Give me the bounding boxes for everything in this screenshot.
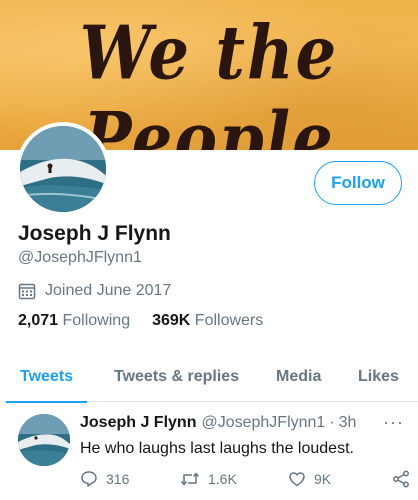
like-button[interactable]: 9K — [288, 470, 331, 488]
retweet-button[interactable]: 1.6K — [180, 470, 237, 488]
following-label: Following — [62, 312, 131, 329]
reply-button[interactable]: 316 — [80, 470, 129, 488]
share-icon — [393, 470, 409, 488]
tweet-time[interactable]: 3h — [339, 414, 357, 432]
tweet-avatar[interactable] — [18, 414, 70, 466]
follow-button[interactable]: Follow — [314, 161, 402, 205]
tab-tweets[interactable]: Tweets — [5, 352, 88, 403]
reply-count: 316 — [106, 471, 130, 487]
profile-name: Joseph J Flynn — [18, 222, 171, 245]
joined-date: Joined June 2017 — [18, 282, 171, 300]
avatar-surf-image — [20, 126, 106, 212]
tweet-header: Joseph J Flynn @JosephJFlynn1 · 3h — [80, 414, 356, 432]
more-icon[interactable]: ··· — [383, 412, 404, 433]
reply-icon — [81, 471, 97, 487]
followers-stat[interactable]: 369K Followers — [152, 312, 263, 330]
tweet-text: He who laughs last laughs the loudest. — [80, 440, 354, 457]
like-count: 9K — [314, 471, 332, 487]
tab-tweets-and-replies[interactable]: Tweets & replies — [114, 352, 239, 402]
joined-text: Joined June 2017 — [45, 282, 172, 299]
tweet-actions: 316 1.6K 9K — [80, 470, 410, 492]
profile-tabs: Tweets Tweets & replies Media Likes — [0, 352, 418, 403]
tweet-avatar-image — [18, 414, 70, 466]
profile-handle: @JosephJFlynn1 — [18, 249, 142, 266]
tab-media[interactable]: Media — [276, 352, 321, 402]
retweet-count: 1.6K — [208, 471, 237, 487]
retweet-icon — [180, 472, 200, 486]
like-icon — [289, 472, 305, 487]
following-stat[interactable]: 2,071 Following — [18, 312, 130, 330]
calendar-icon — [18, 283, 36, 300]
profile-avatar[interactable] — [16, 122, 110, 216]
following-count: 2,071 — [18, 312, 59, 329]
tweet-author-handle[interactable]: @JosephJFlynn1 — [201, 414, 325, 432]
share-button[interactable] — [392, 470, 410, 488]
tweet-author-name[interactable]: Joseph J Flynn — [80, 414, 196, 432]
followers-count: 369K — [152, 312, 191, 329]
tweet-separator: · — [329, 414, 335, 431]
tab-likes[interactable]: Likes — [358, 352, 399, 402]
followers-label: Followers — [194, 312, 264, 329]
follow-stats: 2,071 Following 369K Followers — [18, 312, 285, 330]
